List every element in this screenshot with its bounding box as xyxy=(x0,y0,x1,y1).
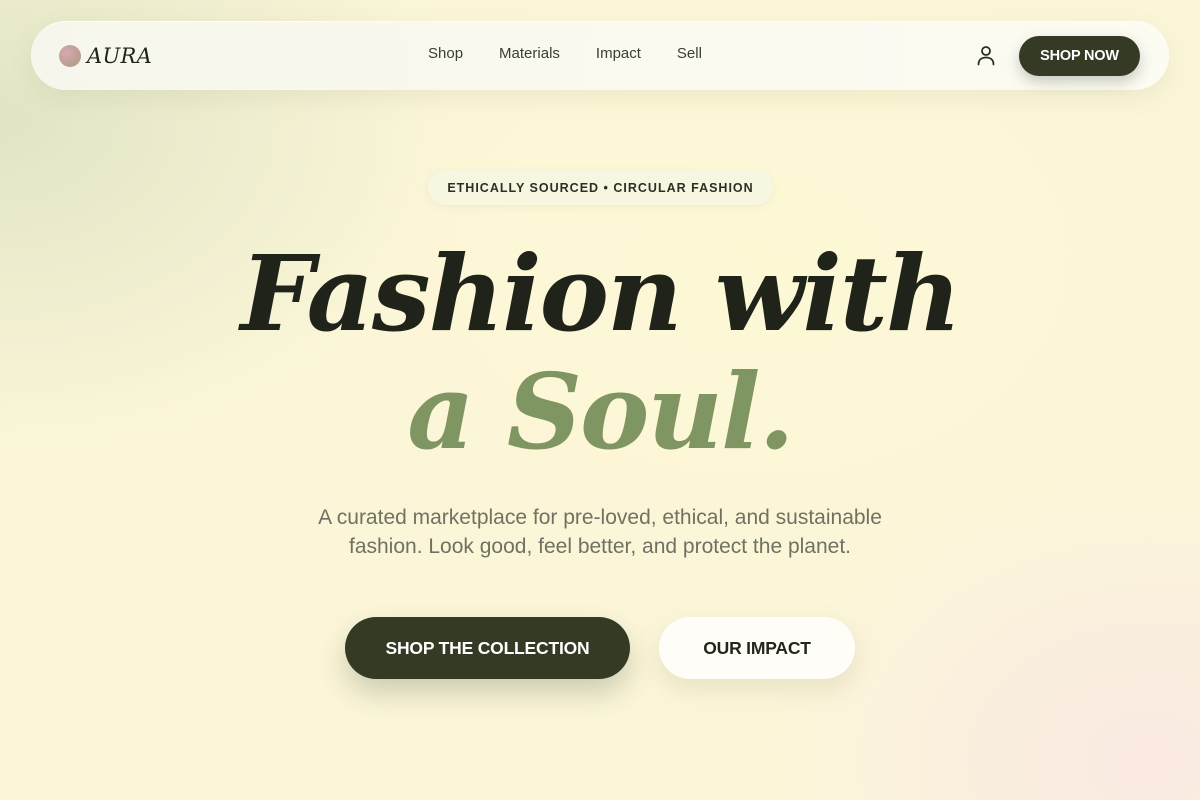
shop-now-button[interactable]: SHOP NOW xyxy=(1019,36,1140,76)
nav-link-materials[interactable]: Materials xyxy=(499,45,560,62)
nav-link-impact[interactable]: Impact xyxy=(596,45,641,62)
hero-headline: Fashion with a Soul. xyxy=(0,228,1200,464)
logo-text: AURA xyxy=(87,44,153,68)
hero-badge: ETHICALLY SOURCED • CIRCULAR FASHION xyxy=(428,170,773,205)
user-icon[interactable] xyxy=(975,44,997,68)
hero-subtext: A curated marketplace for pre-loved, eth… xyxy=(318,506,882,558)
headline-line-1: Fashion with xyxy=(240,232,961,355)
headline-line-2: a Soul. xyxy=(407,350,794,473)
nav-link-sell[interactable]: Sell xyxy=(677,45,702,62)
nav-links: Shop Materials Impact Sell xyxy=(428,45,702,62)
nav-link-shop[interactable]: Shop xyxy=(428,45,463,62)
logo[interactable]: AURA xyxy=(59,43,152,69)
shop-collection-button[interactable]: SHOP THE COLLECTION xyxy=(345,617,630,679)
logo-mark-icon xyxy=(59,45,81,67)
our-impact-button[interactable]: OUR IMPACT xyxy=(659,617,855,679)
top-navbar: AURA Shop Materials Impact Sell SHOP NOW xyxy=(31,21,1169,90)
